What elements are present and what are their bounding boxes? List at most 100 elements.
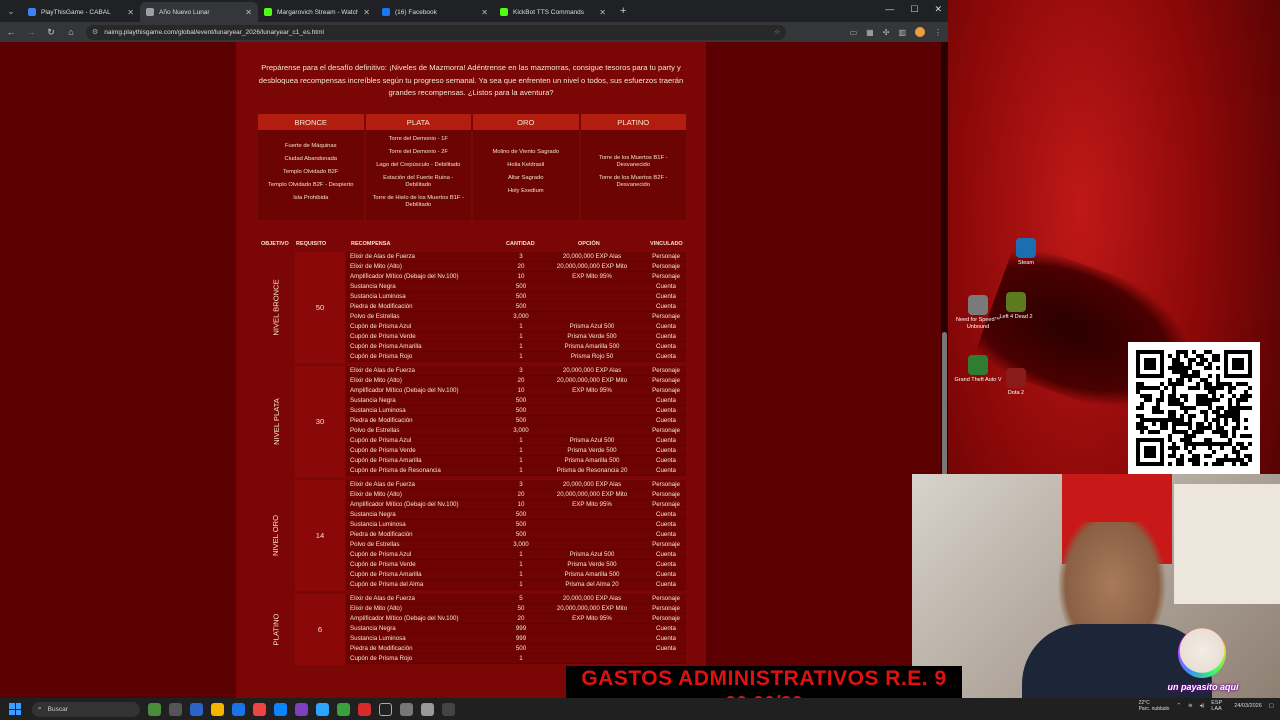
tab-close-icon[interactable]: ✕	[481, 8, 488, 17]
app-icon[interactable]	[421, 702, 434, 716]
extension-icon[interactable]: ▦	[866, 28, 874, 37]
minimize-icon[interactable]: —	[885, 4, 894, 15]
reward-name: Cupón de Prisma Rojo	[350, 655, 413, 663]
browser-tab[interactable]: Año Nuevo Lunar ✕	[140, 2, 258, 22]
level-block: NIVEL PLATA 30 Elixir de Alas de Fuerza 3 20…	[258, 366, 686, 478]
app-icon[interactable]	[316, 702, 329, 716]
dungeon-name: Torre de Hielo de los Muertos B1F - Debi…	[372, 194, 465, 208]
scroll-thumb[interactable]	[942, 332, 947, 482]
site-info-icon[interactable]: ⚙	[92, 28, 98, 36]
app-icon[interactable]	[232, 702, 245, 716]
browser-tab[interactable]: Margarovich Stream - Watch Li ✕	[258, 2, 376, 22]
window-controls: — ☐ ✕	[885, 4, 942, 15]
tab-search-icon[interactable]: ⌄	[0, 0, 22, 22]
header-objective: OBJETIVO	[261, 241, 289, 247]
back-icon[interactable]: ←	[6, 27, 16, 37]
volume-icon[interactable]: ◂)	[1200, 703, 1205, 709]
table-row: Sustancia Luminosa 500 Cuenta	[346, 292, 686, 302]
reward-option: 20,000,000,000 EXP Mito	[556, 605, 628, 613]
reward-bind: Cuenta	[656, 437, 676, 445]
reward-option: 20,000,000 EXP Alas	[562, 595, 622, 603]
tab-close-icon[interactable]: ✕	[245, 8, 252, 17]
clock[interactable]: 24/03/2026	[1234, 703, 1262, 710]
reward-option: Prisma Azul 500	[569, 323, 615, 330]
reward-bind: Cuenta	[656, 303, 676, 310]
dungeon-name: Isla Prohibida	[293, 194, 329, 201]
bookmark-star-icon[interactable]: ☆	[774, 28, 780, 36]
edge-icon[interactable]	[274, 702, 287, 716]
app-icon[interactable]	[379, 702, 392, 716]
browser-tab[interactable]: KickBot TTS Commands ✕	[494, 2, 612, 22]
home-icon[interactable]: ⌂	[66, 27, 76, 37]
cast-icon[interactable]: ▭	[850, 28, 858, 37]
weather-widget[interactable]: 22°C Parc. nublado	[1139, 700, 1170, 712]
forward-icon[interactable]: →	[26, 27, 36, 37]
app-icon[interactable]	[442, 702, 455, 716]
desktop-icon[interactable]: Steam	[998, 238, 1054, 267]
app-icon[interactable]	[400, 702, 413, 716]
app-icon[interactable]	[337, 702, 350, 716]
address-bar[interactable]: ⚙ naimg.playthisgame.com/global/event/lu…	[86, 24, 786, 40]
close-window-icon[interactable]: ✕	[934, 4, 942, 15]
reward-bind: Personaje	[652, 615, 680, 623]
wifi-icon[interactable]: ≋	[1188, 703, 1193, 709]
reward-name: Cupón de Prisma Amarilla	[350, 457, 422, 465]
table-row: Sustancia Negra 500 Cuenta	[346, 396, 686, 407]
language-indicator[interactable]: ESP LAA	[1211, 700, 1227, 712]
reload-icon[interactable]: ↻	[46, 27, 56, 38]
task-view-icon[interactable]	[169, 702, 182, 716]
tier-column-platino: PLATINO Torre de los Muertos B1F - Desvan…	[580, 114, 687, 220]
app-icon[interactable]	[358, 702, 371, 716]
desktop-icon[interactable]: Left 4 Dead 2	[988, 292, 1044, 321]
app-icon[interactable]	[190, 702, 203, 716]
qr-code	[1128, 342, 1260, 474]
table-row: Cupón de Prisma Azul 1 Prisma Azul 500 Cuen…	[346, 322, 686, 332]
reward-name: Sustancia Luminosa	[350, 635, 406, 643]
menu-kebab-icon[interactable]: ⋮	[934, 28, 942, 37]
table-row: Piedra de Modificación 500 Cuenta	[346, 644, 686, 655]
tray-arrow-icon[interactable]: ⌃	[1176, 703, 1181, 709]
windows-start-icon[interactable]	[6, 700, 24, 718]
table-row: Cupón de Prisma Verde 1 Prisma Verde 500 Cu…	[346, 446, 686, 457]
tier-dungeon-list: Fuerte de Máquinas Ciudad Abandonada Templ…	[258, 130, 364, 214]
reward-qty: 10	[517, 273, 525, 280]
browser-toolbar: ← → ↻ ⌂ ⚙ naimg.playthisgame.com/global/…	[0, 22, 948, 42]
tab-close-icon[interactable]: ✕	[599, 8, 606, 17]
tab-strip: ⌄ PlayThisGame - CABAL ✕ Año Nuevo Lunar ✕ M…	[0, 0, 948, 22]
new-tab-button[interactable]: +	[620, 5, 626, 17]
tab-close-icon[interactable]: ✕	[363, 8, 370, 17]
table-row: Cupón de Prisma Amarilla 1 Prisma Amarilla…	[346, 570, 686, 581]
chrome-icon[interactable]	[253, 702, 266, 716]
tier-column-plata: PLATA Torre del Demonio - 1F Torre del Dem…	[365, 114, 471, 220]
profile-avatar[interactable]	[915, 27, 925, 37]
reward-name: Elixir de Mito (Alto)	[350, 491, 402, 499]
reward-option: EXP Mito 95%	[572, 501, 612, 509]
desktop-icon[interactable]: Dota 2	[988, 368, 1044, 397]
taskbar-search-label: Buscar	[47, 705, 68, 713]
notifications-icon[interactable]: ▢	[1269, 703, 1274, 709]
level-name: PLATINO	[271, 613, 281, 646]
reward-qty: 500	[515, 283, 527, 290]
table-row: Elixir de Alas de Fuerza 3 20,000,000 EXP …	[346, 252, 686, 262]
reward-name: Polvo de Estrellas	[350, 427, 400, 435]
reward-qty: 500	[515, 293, 527, 300]
table-row: Cupón de Prisma Azul 1 Prisma Azul 500 Cuen…	[346, 550, 686, 561]
maximize-icon[interactable]: ☐	[910, 4, 918, 15]
table-row: Cupón de Prisma Rojo 1 Prisma Rojo 50 Cuent…	[346, 352, 686, 362]
reward-name: Amplificador Mítico (Debajo del Nv.100)	[350, 387, 459, 395]
app-icon[interactable]	[148, 702, 161, 716]
browser-tab[interactable]: (16) Facebook ✕	[376, 2, 494, 22]
sidebar-icon[interactable]: ▥	[898, 28, 906, 37]
tier-dungeon-list: Torre de los Muertos B1F - Desvanecido To…	[581, 130, 687, 214]
reward-name: Sustancia Negra	[350, 283, 396, 290]
app-icon[interactable]	[295, 702, 308, 716]
reward-name: Sustancia Luminosa	[350, 407, 406, 415]
file-explorer-icon[interactable]	[211, 702, 224, 716]
tab-close-icon[interactable]: ✕	[127, 8, 134, 17]
tab-favicon-icon	[382, 8, 390, 16]
reward-bind: Cuenta	[656, 447, 676, 455]
taskbar-search[interactable]: ⌕ Buscar	[32, 701, 140, 717]
extensions-puzzle-icon[interactable]: ✣	[883, 28, 890, 37]
browser-tab[interactable]: PlayThisGame - CABAL ✕	[22, 2, 140, 22]
table-row: Piedra de Modificación 500 Cuenta	[346, 416, 686, 427]
